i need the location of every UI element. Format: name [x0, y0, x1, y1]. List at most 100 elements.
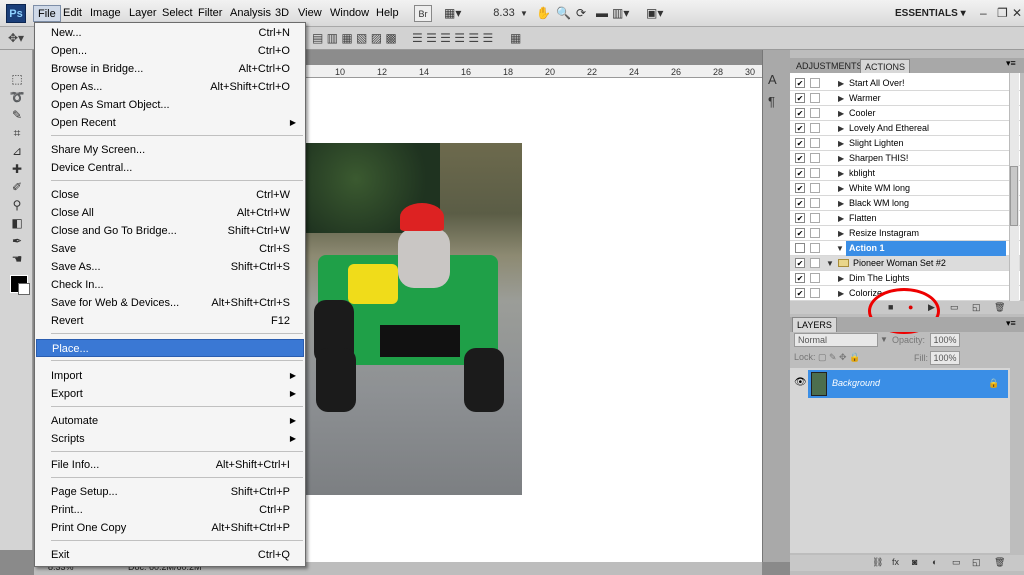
menu-item-save[interactable]: Save Ctrl+S [36, 240, 304, 258]
check-icon[interactable]: ✔ [795, 228, 805, 238]
healing-tool-icon[interactable]: ✚ [6, 160, 28, 178]
check-toggle[interactable] [795, 243, 805, 253]
menu-file[interactable]: File [33, 5, 61, 22]
expand-arrow-icon[interactable]: ▶ [838, 151, 844, 166]
menu-item-close-all[interactable]: Close All Alt+Ctrl+W [36, 204, 304, 222]
expanded-arrow-icon[interactable]: ▼ [836, 241, 844, 256]
action-row[interactable]: ✔ ▶ Slight Lighten [790, 136, 1020, 151]
dialog-toggle[interactable] [810, 93, 820, 103]
tab-actions[interactable]: ACTIONS [860, 59, 911, 73]
expand-arrow-icon[interactable]: ▶ [838, 181, 844, 196]
menu-item-exit[interactable]: Exit Ctrl+Q [36, 546, 304, 564]
menu-item-close[interactable]: Close Ctrl+W [36, 186, 304, 204]
expanded-arrow-icon[interactable]: ▼ [826, 256, 834, 271]
tab-adjustments[interactable]: ADJUSTMENTS [792, 59, 867, 73]
eraser-tool-icon[interactable]: ◧ [6, 214, 28, 232]
menu-view[interactable]: View [294, 5, 326, 22]
move-tool-icon[interactable]: ✥▾ [8, 31, 24, 45]
restore-icon[interactable]: ❐ [997, 5, 1008, 22]
dialog-toggle[interactable] [810, 228, 820, 238]
action-row-selected[interactable]: ▼ Action 1 [790, 241, 1020, 256]
menu-image[interactable]: Image [86, 5, 125, 22]
clone-stamp-tool-icon[interactable]: ⚲ [6, 196, 28, 214]
brush-tool-icon[interactable]: ✐ [6, 178, 28, 196]
actions-scroll-thumb[interactable] [1010, 166, 1018, 226]
dialog-toggle[interactable] [810, 168, 820, 178]
trash-icon[interactable]: 🗑 [994, 302, 1005, 313]
blend-mode-select[interactable]: Normal [794, 333, 878, 347]
layer-mask-icon[interactable]: ◙ [912, 557, 917, 567]
layer-style-icon[interactable]: fx [892, 557, 899, 567]
zoom-level[interactable]: 8.33 [484, 5, 524, 22]
expand-arrow-icon[interactable]: ▶ [838, 286, 844, 301]
rotate-view-icon[interactable]: ⟳ [576, 5, 586, 22]
menu-item-print-one-copy[interactable]: Print One Copy Alt+Shift+Ctrl+P [36, 519, 304, 537]
dialog-toggle[interactable] [810, 108, 820, 118]
action-row[interactable]: ✔ ▶ kblight [790, 166, 1020, 181]
close-icon[interactable]: ✕ [1012, 5, 1022, 22]
menu-item-check-in[interactable]: Check In... [36, 276, 304, 294]
lock-icons[interactable]: ▢ ✎ ✥ 🔒 [818, 352, 860, 363]
menu-item-file-info[interactable]: File Info... Alt+Shift+Ctrl+I [36, 456, 304, 474]
expand-arrow-icon[interactable]: ▶ [838, 91, 844, 106]
action-row[interactable]: ✔ ▶ Lovely And Ethereal [790, 121, 1020, 136]
menu-filter[interactable]: Filter [194, 5, 226, 22]
menu-item-scripts[interactable]: Scripts ▶ [36, 430, 304, 448]
action-row[interactable]: ✔ ▶ Sharpen THIS! [790, 151, 1020, 166]
check-icon[interactable]: ✔ [795, 273, 805, 283]
menu-item-open-as[interactable]: Open As... Alt+Shift+Ctrl+O [36, 78, 304, 96]
trash-icon[interactable]: 🗑 [994, 557, 1005, 568]
layer-name[interactable]: Background [832, 378, 880, 388]
check-icon[interactable]: ✔ [795, 183, 805, 193]
menu-item-print[interactable]: Print... Ctrl+P [36, 501, 304, 519]
character-panel-icon[interactable]: A [768, 72, 777, 87]
screen-mode-icon[interactable]: ▣▾ [646, 5, 663, 22]
dialog-toggle[interactable] [810, 213, 820, 223]
crop-tool-icon[interactable]: ⌗ [6, 124, 28, 142]
ruler-icon[interactable]: ▬ [596, 5, 608, 22]
panel-menu-icon[interactable]: ▾≡ [1006, 318, 1016, 329]
menu-item-open[interactable]: Open... Ctrl+O [36, 42, 304, 60]
action-row[interactable]: ✔ ▶ White WM long [790, 181, 1020, 196]
menu-item-close-and-go-to-bridge[interactable]: Close and Go To Bridge... Shift+Ctrl+W [36, 222, 304, 240]
lasso-tool-icon[interactable]: ➰ [6, 88, 28, 106]
menu-edit[interactable]: Edit [59, 5, 86, 22]
check-icon[interactable]: ✔ [795, 138, 805, 148]
fill-field[interactable]: 100% [930, 351, 960, 365]
menu-item-page-setup[interactable]: Page Setup... Shift+Ctrl+P [36, 483, 304, 501]
action-row[interactable]: ✔ ▶ Start All Over! [790, 76, 1020, 91]
check-icon[interactable]: ✔ [795, 78, 805, 88]
dialog-toggle[interactable] [810, 288, 820, 298]
menu-item-share-my-screen[interactable]: Share My Screen... [36, 141, 304, 159]
eye-icon[interactable]: 👁 [794, 377, 807, 388]
zoom-tool-icon[interactable]: 🔍 [556, 5, 571, 22]
action-row[interactable]: ✔ ▶ Resize Instagram [790, 226, 1020, 241]
expand-arrow-icon[interactable]: ▶ [838, 271, 844, 286]
dialog-toggle[interactable] [810, 153, 820, 163]
action-row[interactable]: ✔ ▶ Flatten [790, 211, 1020, 226]
dialog-toggle[interactable] [810, 258, 820, 268]
menu-help[interactable]: Help [372, 5, 403, 22]
new-layer-icon[interactable]: ◱ [972, 557, 981, 568]
expand-arrow-icon[interactable]: ▶ [838, 106, 844, 121]
background-color-swatch[interactable] [18, 283, 30, 295]
dialog-toggle[interactable] [810, 198, 820, 208]
check-icon[interactable]: ✔ [795, 153, 805, 163]
dialog-toggle[interactable] [810, 78, 820, 88]
panel-menu-icon[interactable]: ▾≡ [1006, 58, 1016, 69]
check-icon[interactable]: ✔ [795, 108, 805, 118]
menu-item-revert[interactable]: Revert F12 [36, 312, 304, 330]
check-icon[interactable]: ✔ [795, 93, 805, 103]
check-icon[interactable]: ✔ [795, 123, 805, 133]
menu-layer[interactable]: Layer [125, 5, 161, 22]
menu-item-browse-in-bridge[interactable]: Browse in Bridge... Alt+Ctrl+O [36, 60, 304, 78]
action-set-row[interactable]: ✔ ▼ Pioneer Woman Set #2 [790, 256, 1020, 271]
bridge-button[interactable]: Br [414, 5, 432, 22]
tab-layers[interactable]: LAYERS [792, 317, 837, 332]
paragraph-panel-icon[interactable]: ¶ [768, 94, 775, 109]
quick-select-tool-icon[interactable]: ✎ [6, 106, 28, 124]
new-group-icon[interactable]: ▭ [952, 557, 961, 568]
menu-item-save-as[interactable]: Save As... Shift+Ctrl+S [36, 258, 304, 276]
menu-item-automate[interactable]: Automate ▶ [36, 412, 304, 430]
action-row[interactable]: ✔ ▶ Warmer [790, 91, 1020, 106]
